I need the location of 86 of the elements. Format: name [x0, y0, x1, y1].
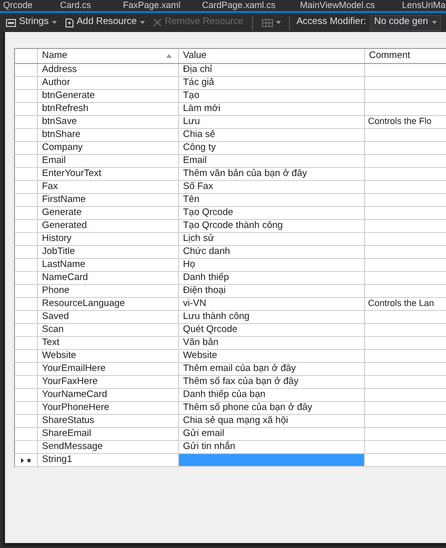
- value-cell[interactable]: Điện thoại: [179, 285, 365, 297]
- column-header[interactable]: Comment: [365, 49, 446, 63]
- caret-icon: [276, 21, 282, 24]
- value-cell[interactable]: Họ: [179, 259, 365, 271]
- value-cell[interactable]: Tạo Qrcode thành công: [179, 220, 365, 232]
- name-cell[interactable]: Saved: [38, 311, 179, 323]
- caret-icon: [432, 21, 438, 24]
- close-icon: [152, 18, 162, 27]
- value-cell[interactable]: Website: [179, 350, 365, 362]
- name-cell[interactable]: JobTitle: [38, 246, 179, 258]
- name-cell[interactable]: History: [38, 233, 179, 245]
- value-cell[interactable]: vi-VN: [179, 298, 365, 310]
- document-tab[interactable]: FaxPage.xaml: [123, 0, 181, 10]
- value-cell[interactable]: Quét Qrcode: [179, 324, 365, 336]
- value-cell[interactable]: Chia sẻ qua mạng xã hội: [179, 415, 365, 427]
- value-cell[interactable]: Văn bản: [179, 337, 365, 349]
- name-cell[interactable]: btnSave: [38, 116, 179, 128]
- access-modifier-dropdown[interactable]: No code gen: [370, 14, 442, 30]
- value-cell[interactable]: Chia sẻ: [179, 129, 365, 141]
- name-cell[interactable]: YourFaxHere: [38, 376, 179, 388]
- value-cell[interactable]: Gửi email: [179, 428, 365, 440]
- value-cell[interactable]: Thêm số fax của bạn ở đây: [179, 376, 365, 388]
- name-cell[interactable]: btnGenerate: [38, 90, 179, 102]
- name-cell[interactable]: FirstName: [38, 194, 179, 206]
- name-cell[interactable]: ShareStatus: [38, 415, 179, 427]
- comment-cell[interactable]: Controls the Flo: [365, 116, 446, 128]
- name-cell[interactable]: Company: [38, 142, 179, 154]
- caret-icon: [52, 21, 57, 24]
- value-cell[interactable]: Danh thiếp của bạn: [179, 389, 365, 401]
- value-cell[interactable]: Thêm văn bản của bạn ở đây: [179, 168, 365, 180]
- comment-cell[interactable]: Controls the Lan: [365, 298, 446, 310]
- name-cell[interactable]: Fax: [38, 181, 179, 193]
- name-cell[interactable]: Address: [38, 64, 179, 76]
- value-cell[interactable]: Email: [179, 155, 365, 167]
- column-header[interactable]: Value: [179, 49, 365, 63]
- name-cell[interactable]: Generated: [38, 220, 179, 232]
- value-cell[interactable]: Công ty: [179, 142, 365, 154]
- document-tab[interactable]: Card.cs: [60, 0, 92, 10]
- document-tab[interactable]: MainViewModel.cs: [300, 0, 375, 10]
- value-cell[interactable]: Thêm số phone của bạn ở đây: [179, 402, 365, 414]
- name-cell[interactable]: Phone: [38, 285, 179, 297]
- sort-ascending-icon: [166, 54, 172, 58]
- toolbar-dropdown-button[interactable]: Strings: [4, 14, 59, 30]
- document-tab[interactable]: Qrcode: [3, 0, 33, 10]
- name-cell[interactable]: Website: [38, 350, 179, 362]
- value-cell[interactable]: Địa chỉ: [179, 64, 365, 76]
- name-cell[interactable]: Author: [38, 77, 179, 89]
- name-cell[interactable]: YourNameCard: [38, 389, 179, 401]
- name-cell[interactable]: LastName: [38, 259, 179, 271]
- value-cell[interactable]: Gửi tin nhắn: [179, 441, 365, 453]
- value-cell[interactable]: Lưu thành công: [179, 311, 365, 323]
- value-cell[interactable]: Chức danh: [179, 246, 365, 258]
- resource-file-icon: [6, 18, 16, 26]
- add-document-icon: [64, 18, 74, 28]
- name-cell[interactable]: Email: [38, 155, 179, 167]
- value-cell[interactable]: Tên: [179, 194, 365, 206]
- caret-icon: [140, 21, 145, 24]
- new-row-icon: [21, 458, 31, 462]
- value-cell[interactable]: [179, 454, 365, 466]
- name-cell[interactable]: NameCard: [38, 272, 179, 284]
- name-cell[interactable]: YourEmailHere: [38, 363, 179, 375]
- value-cell[interactable]: Danh thiếp: [179, 272, 365, 284]
- value-cell[interactable]: Tạo Qrcode: [179, 207, 365, 219]
- name-cell[interactable]: Generate: [38, 207, 179, 219]
- document-tab[interactable]: CardPage.xaml.cs: [202, 0, 276, 10]
- grid-view-icon: [262, 18, 274, 26]
- value-cell[interactable]: Tác giả: [179, 77, 365, 89]
- name-cell[interactable]: btnRefresh: [38, 103, 179, 115]
- name-cell[interactable]: ShareEmail: [38, 428, 179, 440]
- name-cell[interactable]: Text: [38, 337, 179, 349]
- value-cell[interactable]: Lịch sử: [179, 233, 365, 245]
- name-cell[interactable]: btnShare: [38, 129, 179, 141]
- name-cell[interactable]: Scan: [38, 324, 179, 336]
- name-cell[interactable]: YourPhoneHere: [38, 402, 179, 414]
- value-cell[interactable]: Làm mới: [179, 103, 365, 115]
- value-cell[interactable]: Số Fax: [179, 181, 365, 193]
- name-cell[interactable]: SendMessage: [38, 441, 179, 453]
- toolbar-dropdown-button[interactable]: Add Resource: [62, 14, 147, 30]
- access-modifier-label: Access Modifier:: [296, 15, 366, 30]
- value-cell[interactable]: Tạo: [179, 90, 365, 102]
- value-cell[interactable]: Lưu: [179, 116, 365, 128]
- column-header[interactable]: Name: [38, 49, 179, 63]
- document-tab[interactable]: LensUriMa: [402, 0, 446, 10]
- name-cell[interactable]: EnterYourText: [38, 168, 179, 180]
- value-cell[interactable]: Thêm email của bạn ở đây: [179, 363, 365, 375]
- name-cell[interactable]: ResourceLanguage: [38, 298, 179, 310]
